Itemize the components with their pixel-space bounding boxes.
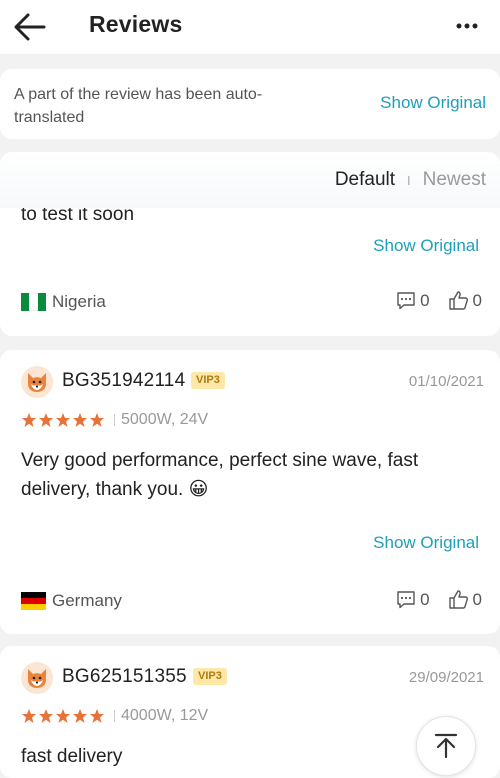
review-actions: 0 0 <box>396 589 482 610</box>
star-rating <box>21 412 106 428</box>
like-button[interactable]: 0 <box>448 589 482 610</box>
flag-stripe <box>29 293 38 311</box>
sort-newest-tab[interactable]: Newest <box>423 169 486 191</box>
star-icon <box>56 413 70 427</box>
star-icon <box>22 413 36 427</box>
like-count: 0 <box>472 290 482 310</box>
vip-badge: VIP3 <box>191 372 225 389</box>
avatar[interactable] <box>21 662 53 694</box>
review-text: fast delivery <box>21 746 123 767</box>
star-icon <box>22 709 36 723</box>
review-actions: 0 0 <box>396 290 482 311</box>
star-icon <box>56 709 70 723</box>
review-country: Germany <box>21 591 122 611</box>
fox-avatar-icon <box>28 373 46 392</box>
review-date: 29/09/2021 <box>408 669 484 686</box>
rating-separator <box>114 414 115 426</box>
show-original-link[interactable]: Show Original <box>373 236 479 256</box>
comment-count: 0 <box>420 589 430 609</box>
product-variant: 5000W, 24V <box>121 411 209 428</box>
page-title: Reviews <box>89 11 183 37</box>
country-name: Germany <box>52 591 122 610</box>
comment-icon <box>397 591 415 609</box>
star-icon <box>90 413 104 427</box>
comment-button[interactable]: 0 <box>396 589 430 610</box>
flag-stripe <box>21 293 30 311</box>
thumbs-up-icon <box>448 590 468 609</box>
star-icon <box>73 709 87 723</box>
product-variant: 4000W, 12V <box>121 707 209 724</box>
star-icon <box>90 709 104 723</box>
arrow-left-icon <box>14 13 46 41</box>
translation-notice: A part of the review has been auto-trans… <box>0 69 500 139</box>
like-count: 0 <box>472 589 482 609</box>
show-original-link[interactable]: Show Original <box>373 533 479 553</box>
star-icon <box>39 413 53 427</box>
like-button[interactable]: 0 <box>448 290 482 311</box>
review-country: Nigeria <box>21 292 106 312</box>
translation-notice-text: A part of the review has been auto-trans… <box>14 86 263 126</box>
star-icon <box>73 413 87 427</box>
comment-count: 0 <box>420 290 430 310</box>
avatar[interactable] <box>21 366 53 398</box>
more-dots-icon <box>456 23 478 29</box>
star-icon <box>39 709 53 723</box>
more-button[interactable] <box>452 14 482 38</box>
reviewer-username: BG625151355 <box>62 666 187 687</box>
scroll-to-top-button[interactable] <box>416 716 476 776</box>
reviews-page: Reviews A part of the review has been au… <box>0 0 500 778</box>
review-card: BG351942114 VIP3 01/10/2021 5000W, 24V V… <box>0 350 500 634</box>
flag-stripe <box>37 293 46 311</box>
comment-icon <box>397 292 415 310</box>
show-original-link[interactable]: Show Original <box>380 93 486 113</box>
back-button[interactable] <box>12 9 48 45</box>
vip-badge: VIP3 <box>193 668 227 685</box>
comment-button[interactable]: 0 <box>396 290 430 311</box>
flag-stripe <box>21 604 46 610</box>
review-text: Very good performance, perfect sine wave… <box>21 450 419 500</box>
country-name: Nigeria <box>52 292 106 311</box>
rating-separator <box>114 710 115 722</box>
germany-flag-icon <box>21 592 46 610</box>
sort-separator: I <box>407 172 411 188</box>
review-date: 01/10/2021 <box>408 373 484 390</box>
reviewer-username: BG351942114 <box>62 370 186 391</box>
header: Reviews <box>0 0 500 54</box>
arrow-up-icon <box>434 733 458 759</box>
star-rating <box>21 708 106 724</box>
fox-avatar-icon <box>28 669 46 688</box>
thumbs-up-icon <box>448 291 468 310</box>
sort-bar: Default I Newest <box>0 152 500 208</box>
nigeria-flag-icon <box>21 293 46 311</box>
sort-default-tab[interactable]: Default <box>335 169 395 191</box>
review-card: to test it soon Show Original Nigeria 0 <box>0 152 500 336</box>
rating-row: 4000W, 12V <box>21 707 208 725</box>
rating-row: 5000W, 24V <box>21 411 208 429</box>
